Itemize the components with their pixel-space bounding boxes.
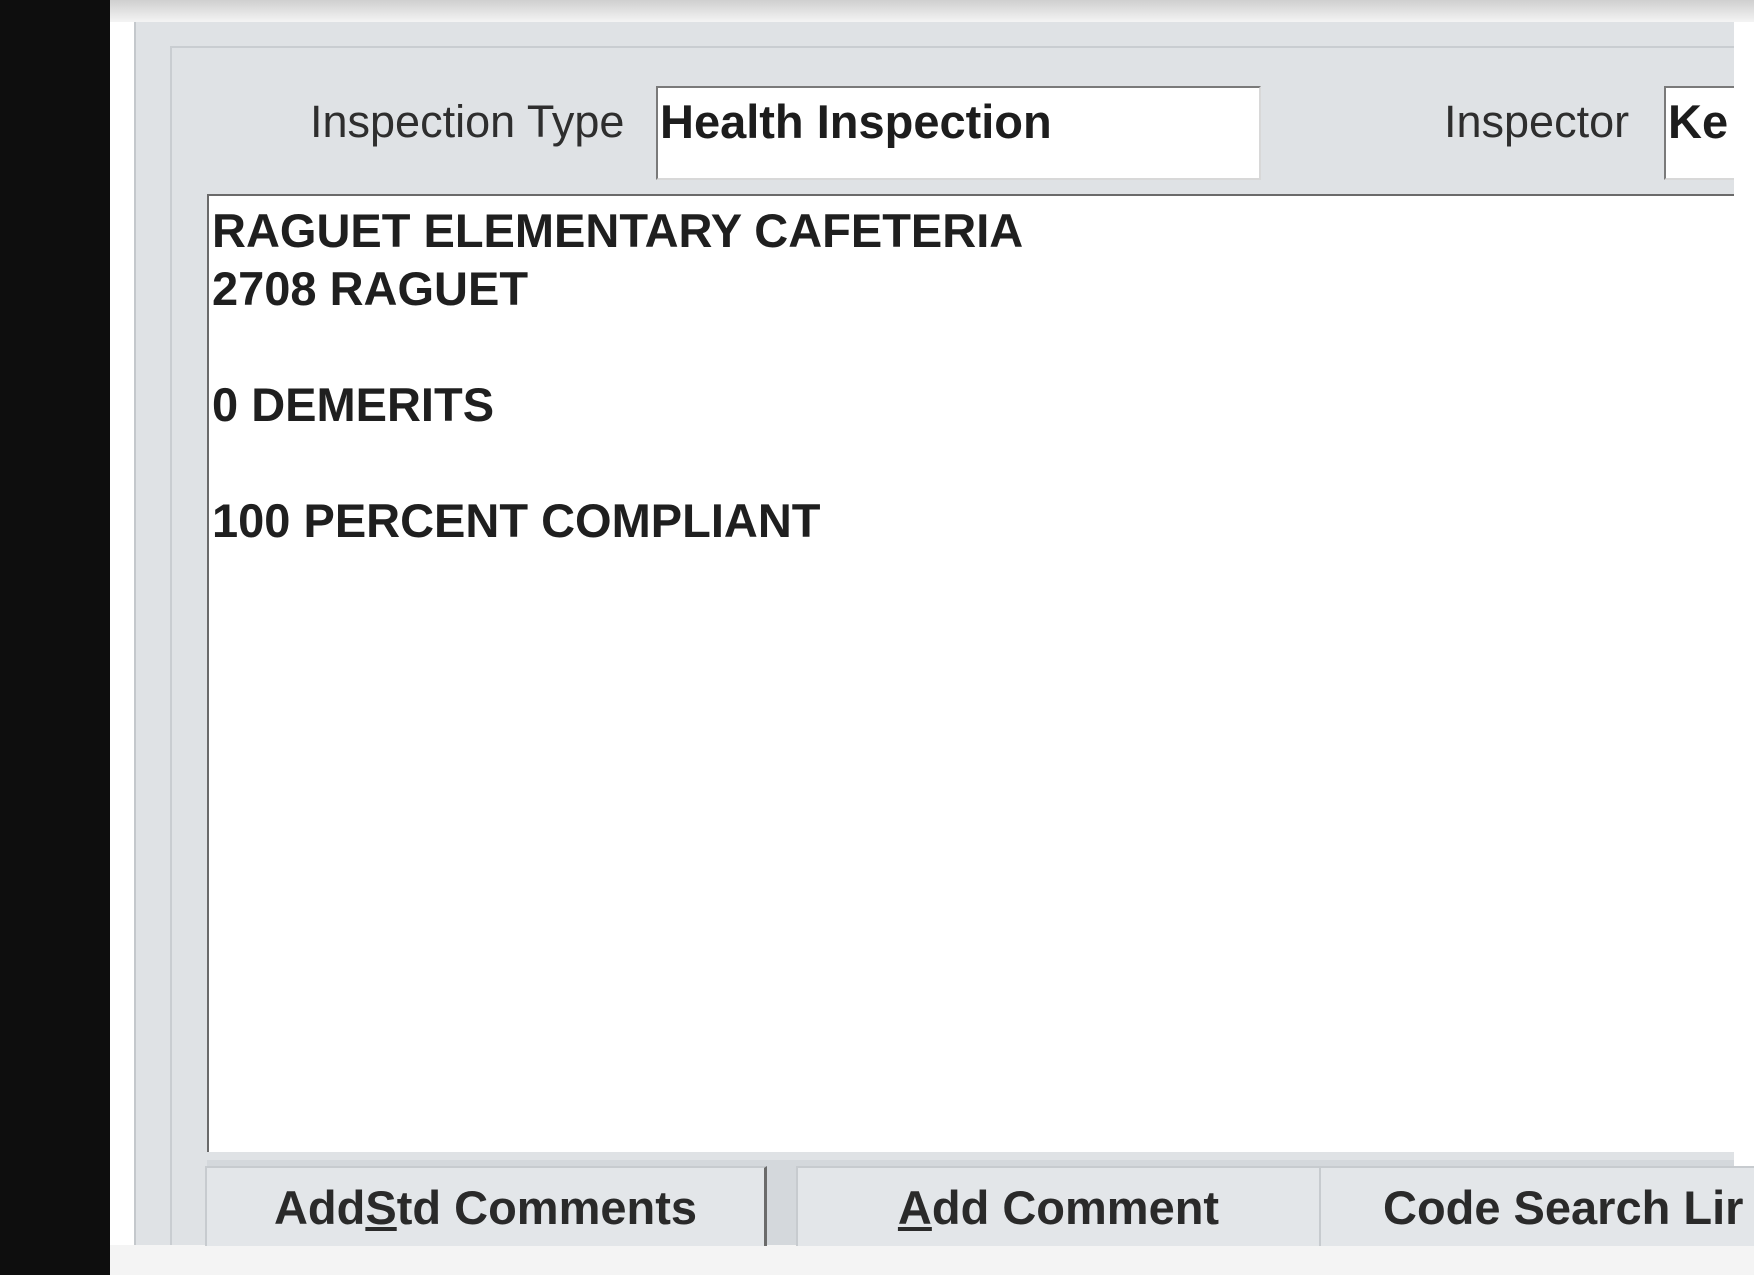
button-label: td Comments (396, 1180, 698, 1234)
inspector-label: Inspector (1444, 96, 1630, 147)
scan-border-left (0, 0, 110, 1275)
code-search-button[interactable]: Code Search Lir (1319, 1166, 1754, 1246)
comment-line (212, 434, 1734, 492)
mnemonic-letter: A (897, 1180, 932, 1234)
button-label: Code Search Lir (1383, 1180, 1744, 1234)
add-std-comments-button[interactable]: Add Std Comments (205, 1166, 767, 1246)
button-label: dd Comment (931, 1180, 1220, 1234)
mnemonic-letter: S (365, 1180, 397, 1234)
button-label: Add (273, 1180, 366, 1234)
inspection-comments-window: Inspection Type Health Inspection Inspec… (134, 22, 1734, 1245)
inspector-field[interactable]: Ke (1664, 86, 1734, 180)
scan-border-bottom (110, 1245, 1754, 1275)
add-comment-button[interactable]: Add Comment (796, 1166, 1322, 1246)
comment-line: RAGUET ELEMENTARY CAFETERIA (212, 204, 1024, 257)
inspection-type-label: Inspection Type (310, 96, 625, 147)
comment-line (212, 318, 1734, 376)
comment-line: 100 PERCENT COMPLIANT (212, 494, 821, 547)
comment-line: 2708 RAGUET (212, 262, 529, 315)
comment-line: 0 DEMERITS (212, 378, 495, 431)
comments-textarea[interactable]: RAGUET ELEMENTARY CAFETERIA 2708 RAGUET … (207, 194, 1734, 1152)
scan-border-top (110, 0, 1754, 22)
inspection-type-field[interactable]: Health Inspection (656, 86, 1261, 180)
